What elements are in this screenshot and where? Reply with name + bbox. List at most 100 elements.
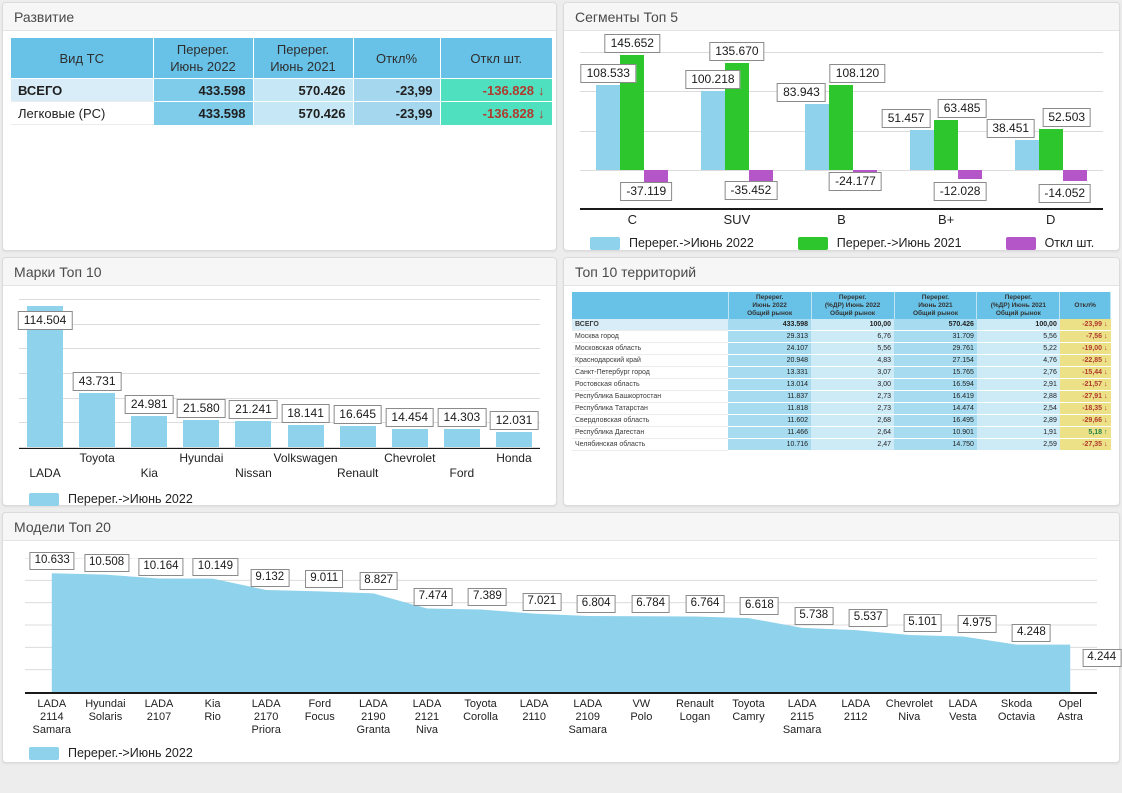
value-label: 63.485	[938, 99, 987, 118]
bar-B+-2021[interactable]	[934, 120, 958, 170]
bar-Toyota[interactable]	[79, 393, 115, 447]
table-row[interactable]: Москва город29.3136,7631.7095,56-7,56 ↓	[572, 331, 1111, 343]
value-label: 6.764	[686, 595, 725, 613]
share-2022-cell: 2,73	[811, 403, 894, 415]
models-chart: 10.63310.50810.16410.1499.1329.0118.8277…	[11, 558, 1111, 760]
value-label: 10.164	[138, 558, 183, 576]
reg-2022-cell: 11.818	[728, 403, 811, 415]
value-label: 21.241	[229, 400, 278, 419]
deviation-pct-cell: -27,35 ↓	[1060, 439, 1111, 451]
bar-Ford[interactable]	[444, 429, 480, 447]
value-label: 4.975	[958, 615, 997, 633]
share-2022-cell: 6,76	[811, 331, 894, 343]
value-label: 18.141	[281, 404, 330, 423]
category-label: LADA2107	[132, 698, 186, 737]
brands-chart: 114.50443.73124.98121.58021.24118.14116.…	[11, 299, 548, 506]
value-label: 145.652	[605, 34, 660, 53]
bar-Hyundai[interactable]	[183, 420, 219, 447]
area-series-2022[interactable]	[52, 573, 1070, 692]
bar-D-2022[interactable]	[1015, 140, 1039, 170]
bar-SUV-2022[interactable]	[701, 91, 725, 170]
table-row[interactable]: ВСЕГО433.598100,00570.426100,00-23,99 ↓	[572, 319, 1111, 331]
legend-item[interactable]: Перерег.->Июнь 2022	[29, 746, 193, 760]
category-label: SUV	[685, 212, 790, 227]
column-header: Вид ТС	[11, 38, 153, 79]
table-row[interactable]: Санкт-Петербург город13.3313,0715.7652,7…	[572, 367, 1111, 379]
column-header: Откл%	[1060, 292, 1111, 319]
value-label: 9.011	[305, 570, 343, 588]
table-row[interactable]: Республика Башкортостан11.8372,7316.4192…	[572, 391, 1111, 403]
share-2021-cell: 2,76	[977, 367, 1060, 379]
bar-B+-deviation[interactable]	[958, 170, 982, 179]
table-row[interactable]: Республика Татарстан11.8182,7314.4742,54…	[572, 403, 1111, 415]
vehicle-type-cell: Легковые (PC)	[11, 102, 153, 125]
category-label: LADA2114Samara	[25, 698, 79, 737]
panel-segments: Сегменты Топ 5 108.533145.652-37.119100.…	[563, 2, 1120, 251]
table-row[interactable]: Московская область24.1075,5629.7615,22-1…	[572, 343, 1111, 355]
panel-header-models: Модели Топ 20	[3, 513, 1119, 541]
table-row[interactable]: Республика Дагестан11.4662,6410.9011,915…	[572, 427, 1111, 439]
share-2021-cell: 100,00	[977, 319, 1060, 331]
reg-2021-cell: 16.419	[894, 391, 977, 403]
share-2021-cell: 2,89	[977, 415, 1060, 427]
territories-table: Перерег.Июнь 2022Общий рынокПеререг.(%ДР…	[572, 292, 1111, 451]
bar-D-deviation[interactable]	[1063, 170, 1087, 181]
models-plot: 10.63310.50810.16410.1499.1329.0118.8277…	[25, 558, 1097, 692]
table-row[interactable]: ВСЕГО433.598570.426-23,99-136.828↓	[11, 79, 552, 102]
grid-line	[19, 348, 540, 349]
bar-group-D: 38.45152.503-14.052	[998, 52, 1103, 210]
legend-item[interactable]: Перерег.->Июнь 2022	[29, 492, 193, 506]
category-label: LADA2109Samara	[561, 698, 615, 737]
bar-Renault[interactable]	[340, 426, 376, 447]
legend-item[interactable]: Откл шт.	[1006, 236, 1095, 250]
chart-legend: Перерег.->Июнь 2022	[29, 492, 548, 506]
bar-B-2021[interactable]	[829, 85, 853, 170]
reg-2021-cell: 570.426	[253, 102, 353, 125]
reg-2022-cell: 11.837	[728, 391, 811, 403]
share-2021-cell: 2,88	[977, 391, 1060, 403]
deviation-pct-cell: -15,44 ↓	[1060, 367, 1111, 379]
legend-item[interactable]: Перерег.->Июнь 2021	[798, 236, 962, 250]
reg-2021-cell: 31.709	[894, 331, 977, 343]
category-label: LADA2121Niva	[400, 698, 454, 737]
category-label: LADA2170Priora	[239, 698, 293, 737]
panel-models: Модели Топ 20 10.63310.50810.16410.1499.…	[2, 512, 1120, 763]
value-label: 6.618	[740, 597, 779, 615]
legend-label: Перерег.->Июнь 2022	[629, 236, 754, 250]
reg-2022-cell: 10.716	[728, 439, 811, 451]
bar-Chevrolet[interactable]	[392, 429, 428, 447]
share-2021-cell: 2,54	[977, 403, 1060, 415]
grid-line	[19, 324, 540, 325]
dashboard-grid: Развитие Вид ТСПеререг.Июнь 2022Перерег.…	[2, 2, 1120, 763]
table-row[interactable]: Свердловская область11.6022,6816.4952,89…	[572, 415, 1111, 427]
value-label: 43.731	[73, 372, 122, 391]
territory-name-cell: Республика Татарстан	[572, 403, 728, 415]
deviation-pct-cell: -19,00 ↓	[1060, 343, 1111, 355]
bar-Kia[interactable]	[131, 416, 167, 447]
bar-Honda[interactable]	[496, 432, 532, 447]
table-row[interactable]: Легковые (PC)433.598570.426-23,99-136.82…	[11, 102, 552, 125]
category-label: Toyota	[79, 451, 114, 465]
deviation-pct-cell: -21,57 ↓	[1060, 379, 1111, 391]
table-row[interactable]: Краснодарский край20.9484,8327.1544,76-2…	[572, 355, 1111, 367]
table-row[interactable]: Челябинская область10.7162,4714.7502,59-…	[572, 439, 1111, 451]
share-2021-cell: 4,76	[977, 355, 1060, 367]
category-label: D	[998, 212, 1103, 227]
bar-B+-2022[interactable]	[910, 130, 934, 170]
category-label: VWPolo	[615, 698, 669, 737]
category-label: Renault	[337, 466, 378, 480]
bar-Volkswagen[interactable]	[288, 425, 324, 447]
territory-name-cell: Московская область	[572, 343, 728, 355]
value-label: 21.580	[177, 399, 226, 418]
value-label: 114.504	[18, 311, 73, 330]
bar-D-2021[interactable]	[1039, 129, 1063, 170]
territory-name-cell: Санкт-Петербург город	[572, 367, 728, 379]
reg-2021-cell: 570.426	[253, 79, 353, 102]
legend-swatch	[1006, 237, 1036, 250]
bar-B-2022[interactable]	[805, 104, 829, 170]
bar-C-2022[interactable]	[596, 85, 620, 170]
bar-Nissan[interactable]	[235, 421, 271, 447]
table-row[interactable]: Ростовская область13.0143,0016.5942,91-2…	[572, 379, 1111, 391]
value-label: 10.508	[84, 554, 129, 572]
legend-item[interactable]: Перерег.->Июнь 2022	[590, 236, 754, 250]
